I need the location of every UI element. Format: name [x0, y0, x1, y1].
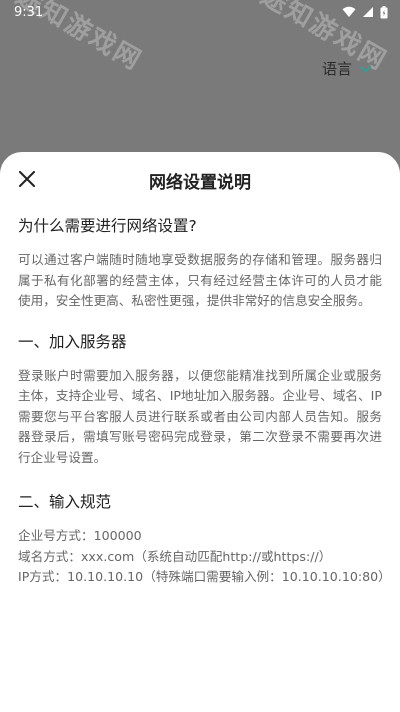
close-button[interactable] — [14, 166, 40, 192]
language-selector[interactable]: 语言 — [322, 58, 372, 79]
network-settings-sheet: 网络设置说明 为什么需要进行网络设置? 可以通过客户端随时随地享受数据服务的存储… — [0, 152, 400, 712]
status-icons — [342, 5, 388, 19]
sheet-title: 网络设置说明 — [149, 172, 251, 193]
sheet-body: 为什么需要进行网络设置? 可以通过客户端随时随地享受数据服务的存储和管理。服务器… — [0, 208, 400, 588]
rule-domain: 域名方式：xxx.com（系统自动匹配http://或https://） — [18, 548, 332, 564]
language-label: 语言 — [321, 60, 352, 78]
question-heading: 为什么需要进行网络设置? — [18, 217, 197, 235]
sheet-header: 网络设置说明 — [0, 152, 400, 208]
section-join-server-body: 登录账户时需要加入服务器，以便您能精准找到所属企业或服务主体，支持企业号、域名、… — [18, 367, 382, 465]
section-join-server-title: 一、加入服务器 — [18, 332, 127, 351]
section-input-rules-title: 二、输入规范 — [18, 493, 112, 511]
rule-enterprise-id: 企业号方式：100000 — [18, 528, 142, 543]
rule-ip: IP方式：10.10.10.10（特殊端口需要输入例：10.10.10.10:8… — [18, 569, 391, 584]
battery-icon — [380, 5, 388, 18]
signal-icon — [363, 7, 373, 17]
status-bar: 9:31 — [0, 0, 400, 24]
status-time: 9:31 — [14, 4, 44, 20]
wifi-icon — [342, 6, 356, 17]
close-icon — [19, 171, 35, 187]
intro-paragraph: 可以通过客户端随时随地享受数据服务的存储和管理。服务器归属于私有化部署的经营主体… — [18, 252, 382, 308]
chevron-down-icon — [360, 65, 372, 73]
